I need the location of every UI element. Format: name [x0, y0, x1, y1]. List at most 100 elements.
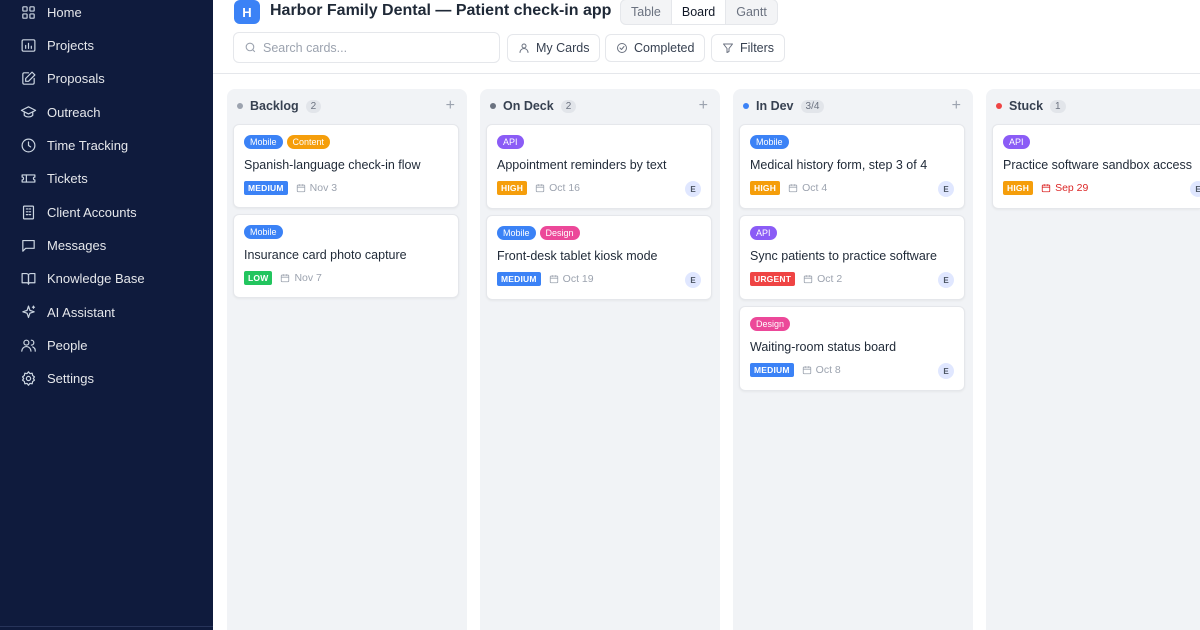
column-title: On Deck [503, 99, 554, 113]
avatar[interactable]: E [685, 272, 701, 288]
project-logo: H [234, 0, 260, 24]
tag: Content [286, 135, 331, 149]
card-title: Sync patients to practice software [750, 249, 937, 263]
card-count-badge: 2 [305, 99, 322, 113]
tag: Design [539, 226, 580, 240]
sidebar-divider [0, 626, 213, 627]
card-title: Front-desk tablet kiosk mode [497, 249, 658, 263]
card-meta: MEDIUM Nov 3 [244, 181, 337, 195]
column-on-deck: On Deck 2 + API Appointment reminders by… [480, 89, 720, 630]
sidebar-item-label: Outreach [47, 104, 101, 120]
sidebar-item-time-tracking[interactable]: Time Tracking [20, 133, 128, 157]
card[interactable]: Mobile Content Spanish-language check-in… [233, 124, 459, 208]
tag: Mobile [750, 135, 789, 149]
status-dot [490, 103, 496, 109]
sidebar-item-outreach[interactable]: Outreach [20, 100, 100, 124]
avatar[interactable]: E [938, 363, 954, 379]
priority-badge: MEDIUM [497, 272, 541, 286]
priority-badge: HIGH [750, 181, 781, 195]
due-date: Oct 19 [549, 273, 594, 285]
card[interactable]: API Practice software sandbox access HIG… [992, 124, 1200, 209]
due-date-text: Oct 2 [817, 273, 843, 285]
column-in-dev: In Dev 3/4 + Mobile Medical history form… [733, 89, 973, 630]
column-header: Stuck 1 [996, 97, 1188, 115]
sidebar-item-projects[interactable]: Projects [20, 33, 94, 57]
sidebar-item-messages[interactable]: Messages [20, 233, 106, 257]
calendar-icon [535, 184, 545, 193]
edit-icon [22, 71, 36, 85]
card-title: Insurance card photo capture [244, 248, 407, 262]
add-card-icon[interactable]: + [699, 98, 708, 114]
due-date-text: Nov 7 [294, 272, 322, 284]
completed-button[interactable]: Completed [605, 34, 706, 62]
card-meta: MEDIUM Oct 8 [750, 363, 841, 377]
view-board-button[interactable]: Board [670, 0, 727, 24]
card-meta: URGENT Oct 2 [750, 272, 842, 286]
card-count-badge: 1 [1050, 99, 1066, 113]
view-gantt-button[interactable]: Gantt [726, 0, 777, 24]
ticket-icon [21, 173, 36, 183]
sparkle-icon [22, 305, 36, 318]
sidebar-item-label: Projects [47, 37, 94, 53]
card[interactable]: Mobile Insurance card photo capture LOW … [233, 214, 459, 298]
card-meta: HIGH Sep 29 [1003, 181, 1088, 195]
filters-label: Filters [740, 41, 775, 55]
sidebar-item-settings[interactable]: Settings [20, 366, 94, 390]
view-table-button[interactable]: Table [621, 0, 671, 24]
due-date-text: Oct 4 [802, 182, 828, 194]
card-count-badge: 3/4 [800, 99, 825, 113]
card[interactable]: Mobile Design Front-desk tablet kiosk mo… [486, 215, 712, 300]
avatar[interactable]: E [938, 272, 954, 288]
add-card-icon[interactable]: + [952, 98, 961, 114]
priority-badge: LOW [244, 271, 273, 285]
card-meta: MEDIUM Oct 19 [497, 272, 594, 286]
status-dot [996, 103, 1002, 109]
column-header: Backlog 2 + [237, 97, 455, 115]
sidebar-item-people[interactable]: People [20, 333, 87, 357]
header: H Harbor Family Dental — Patient check-i… [213, 0, 1200, 74]
book-icon [21, 272, 36, 285]
gear-icon [21, 370, 36, 386]
kanban-board: Backlog 2 + Mobile Content Spanish-langu… [213, 75, 1200, 630]
check-circle-icon [617, 43, 627, 53]
avatar[interactable]: E [1190, 181, 1200, 197]
sidebar-item-label: Client Accounts [47, 204, 137, 220]
my-cards-button[interactable]: My Cards [507, 34, 601, 62]
card[interactable]: API Appointment reminders by text HIGH O… [486, 124, 712, 209]
calendar-icon [296, 184, 305, 193]
priority-badge: MEDIUM [244, 181, 288, 195]
column-backlog: Backlog 2 + Mobile Content Spanish-langu… [227, 89, 467, 630]
due-date: Oct 16 [535, 182, 580, 194]
tag-list: API [750, 226, 777, 240]
sidebar-item-home[interactable]: Home [20, 0, 82, 24]
filters-button[interactable]: Filters [711, 34, 786, 62]
sidebar-item-ai-assistant[interactable]: AI Assistant [20, 300, 115, 324]
completed-label: Completed [634, 41, 695, 55]
card-count-badge: 2 [560, 99, 577, 113]
priority-badge: HIGH [1003, 181, 1034, 195]
add-card-icon[interactable]: + [446, 98, 455, 114]
tag: API [1003, 135, 1030, 149]
due-date: Nov 7 [280, 272, 322, 284]
tag: Mobile [244, 135, 283, 149]
sidebar-item-label: People [47, 337, 88, 353]
card-title: Medical history form, step 3 of 4 [750, 158, 928, 172]
due-date-text: Oct 16 [549, 182, 580, 194]
sidebar-item-tickets[interactable]: Tickets [20, 166, 88, 190]
card[interactable]: Mobile Medical history form, step 3 of 4… [739, 124, 965, 209]
calendar-icon [802, 366, 811, 375]
search-box[interactable] [233, 32, 500, 63]
tag-list: Design [750, 317, 791, 331]
calendar-icon [1041, 184, 1051, 193]
card[interactable]: Design Waiting-room status board MEDIUM … [739, 306, 965, 391]
search-icon [245, 42, 256, 53]
sidebar: Home Projects Proposals Outreach Time Tr… [0, 0, 213, 630]
card[interactable]: API Sync patients to practice software U… [739, 215, 965, 300]
sidebar-item-label: Messages [47, 237, 107, 253]
avatar[interactable]: E [938, 181, 954, 197]
search-input[interactable] [263, 40, 483, 55]
sidebar-item-client-accounts[interactable]: Client Accounts [20, 200, 137, 224]
sidebar-item-proposals[interactable]: Proposals [20, 66, 105, 90]
avatar[interactable]: E [685, 181, 701, 197]
sidebar-item-knowledge-base[interactable]: Knowledge Base [20, 266, 145, 290]
